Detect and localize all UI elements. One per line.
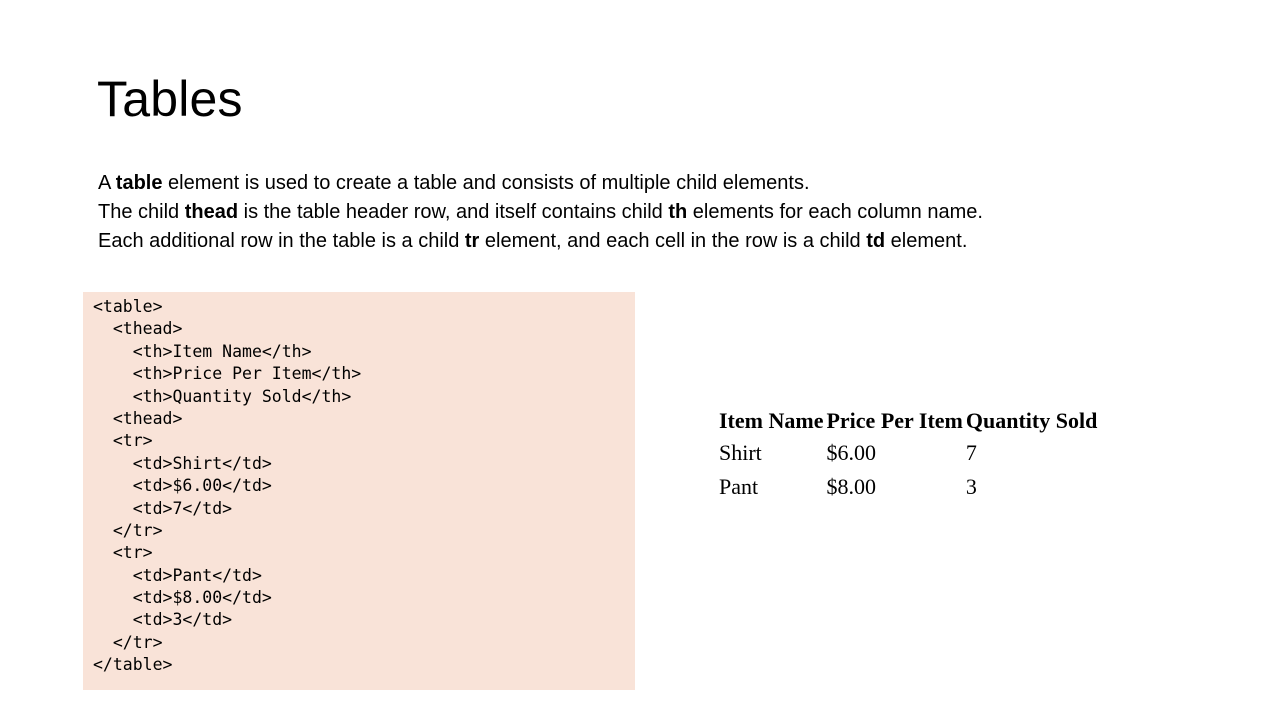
table-cell: Pant — [719, 474, 759, 499]
code-line: <th>Item Name</th> — [93, 341, 312, 361]
code-line: </tr> — [93, 632, 163, 652]
table-row: Shirt $6.00 7 — [719, 436, 1100, 470]
table-cell: 3 — [965, 474, 977, 499]
code-line: <td>Shirt</td> — [93, 453, 272, 473]
code-line: <td>$6.00</td> — [93, 476, 272, 496]
keyword-tr: tr — [464, 230, 480, 252]
description-line-3: Each additional row in the table is a ch… — [98, 227, 983, 256]
rendered-table-example: Item Name Price Per Item Quantity Sold S… — [719, 405, 1100, 504]
column-header-item-name: Item Name — [719, 407, 824, 433]
code-line: <td>$8.00</td> — [93, 588, 272, 608]
table-row: Pant $8.00 3 — [719, 470, 1100, 504]
keyword-td: td — [866, 230, 886, 252]
table-body: Shirt $6.00 7 Pant $8.00 3 — [719, 436, 1100, 504]
code-line: <td>Pant</td> — [93, 565, 262, 585]
text-segment: element is used to create a table and co… — [162, 172, 810, 194]
description: A table element is used to create a tabl… — [98, 169, 983, 256]
description-line-2: The child thead is the table header row,… — [98, 198, 983, 227]
code-line: </tr> — [93, 520, 163, 540]
text-segment: element, and each cell in the row is a c… — [479, 230, 867, 252]
column-header-price-per-item: Price Per Item — [826, 407, 963, 433]
table-header: Item Name Price Per Item Quantity Sold — [719, 405, 1100, 436]
keyword-table: table — [115, 172, 163, 194]
keyword-thead: thead — [184, 201, 239, 223]
code-line: </table> — [93, 655, 173, 675]
column-header-quantity-sold: Quantity Sold — [965, 407, 1098, 433]
text-segment: elements for each column name. — [687, 201, 983, 223]
code-line: <td>7</td> — [93, 498, 233, 518]
code-line: <table> — [93, 297, 163, 316]
text-segment: Each additional row in the table is a ch… — [98, 230, 465, 252]
keyword-th: th — [668, 201, 688, 223]
text-segment: is the table header row, and itself cont… — [238, 201, 669, 223]
text-segment: element. — [885, 230, 968, 252]
description-line-1: A table element is used to create a tabl… — [98, 169, 983, 198]
text-segment: A — [98, 172, 116, 194]
text-segment: The child — [98, 201, 185, 223]
code-line: <thead> — [93, 319, 183, 339]
code-line: <thead> — [93, 408, 183, 428]
code-line: <tr> — [93, 431, 153, 451]
code-line: <th>Quantity Sold</th> — [93, 386, 352, 406]
code-example-box: <table> <thead> <th>Item Name</th> <th>P… — [83, 292, 635, 690]
code-line: <td>3</td> — [93, 610, 233, 630]
table-cell: Shirt — [719, 440, 762, 465]
slide-title: Tables — [97, 71, 243, 127]
code-line: <tr> — [93, 543, 153, 563]
table-header-row: Item Name Price Per Item Quantity Sold — [719, 405, 1100, 436]
table-cell: $8.00 — [826, 474, 876, 499]
code-line: <th>Price Per Item</th> — [93, 364, 362, 384]
table-cell: 7 — [965, 440, 977, 465]
table-cell: $6.00 — [826, 440, 876, 465]
